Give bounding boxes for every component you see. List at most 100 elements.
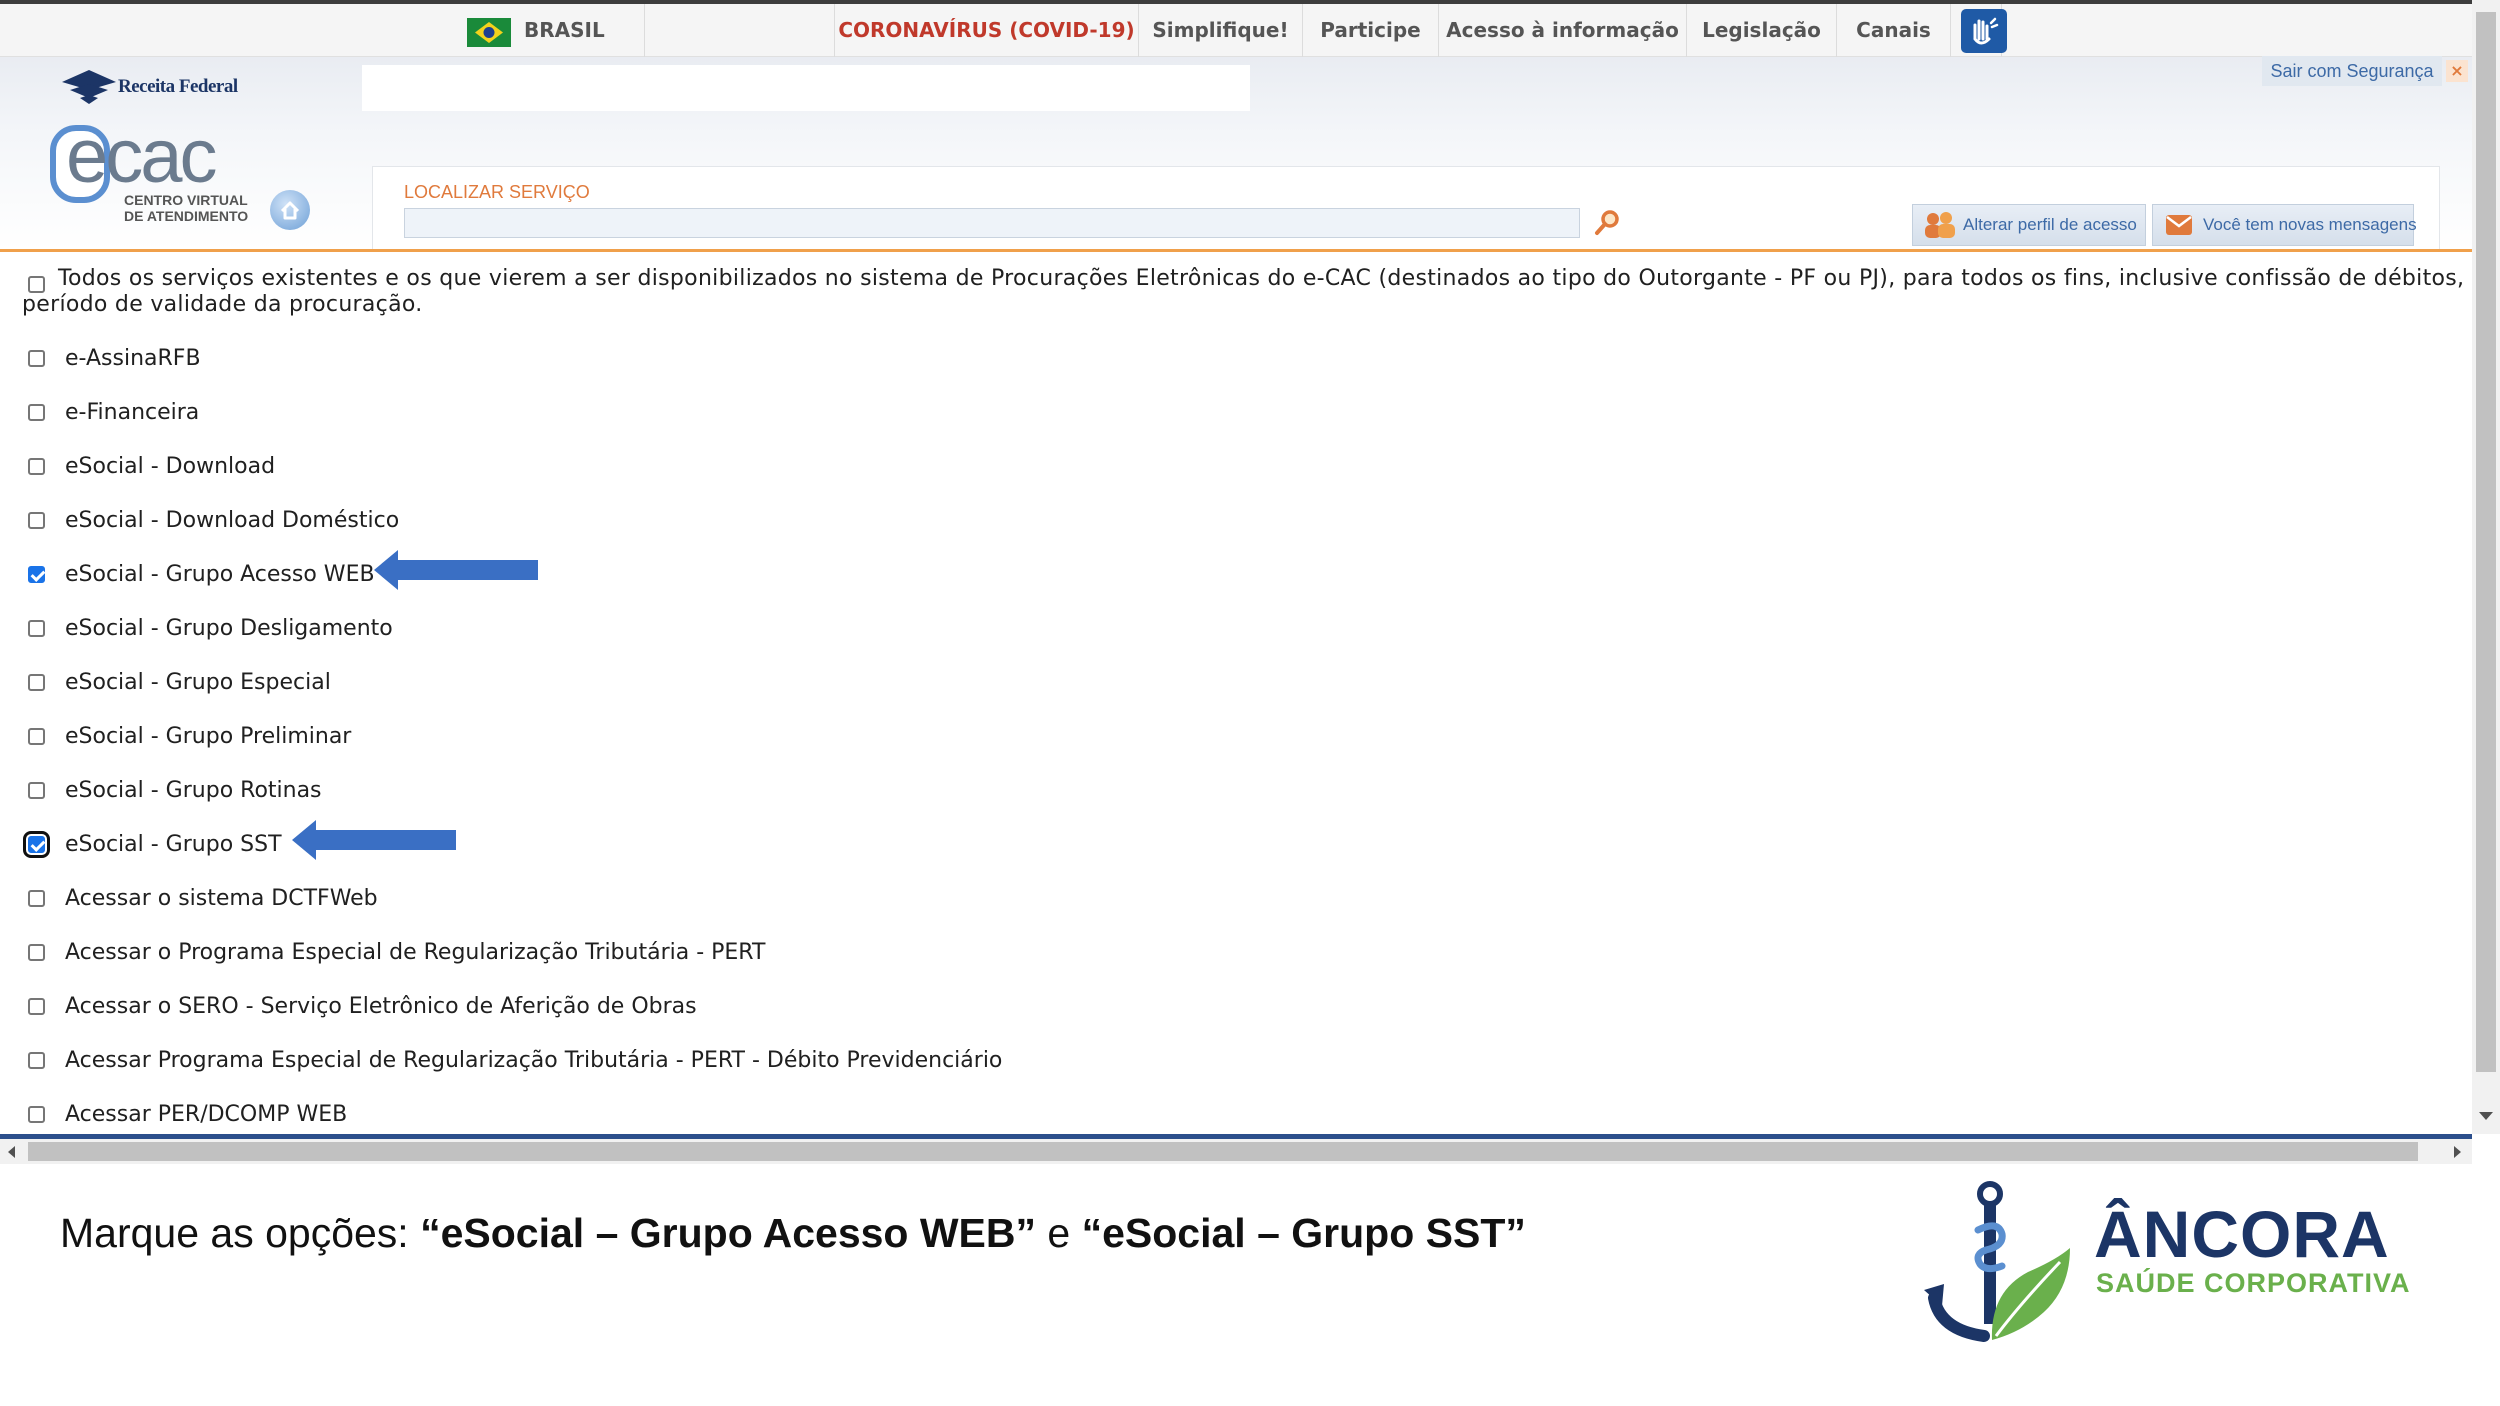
brazil-flag-diamond-icon [475, 22, 503, 43]
service-label: Acessar o Programa Especial de Regulariz… [65, 939, 766, 965]
annotation-arrow-left-icon [374, 550, 538, 590]
service-checkbox[interactable] [28, 349, 45, 367]
gov-link-covid[interactable]: CORONAVÍRUS (COVID-19) [834, 4, 1138, 57]
ecac-subtitle-line1: CENTRO VIRTUAL [124, 192, 248, 208]
search-button[interactable] [1592, 208, 1622, 238]
service-row-pert-previdenciario[interactable]: Acessar Programa Especial de Regularizaç… [28, 1040, 1002, 1080]
brand-tagline: SAÚDE CORPORATIVA [2096, 1268, 2411, 1298]
change-profile-label: Alterar perfil de acesso [1963, 215, 2137, 234]
service-label: e-Financeira [65, 399, 200, 425]
service-checkbox[interactable] [28, 1051, 45, 1069]
horizontal-scrollbar[interactable] [0, 1134, 2472, 1164]
service-checkbox[interactable] [28, 673, 45, 691]
logout-close-icon[interactable]: × [2446, 60, 2468, 82]
caption-option-1: “eSocial – Grupo Acesso WEB” [420, 1210, 1037, 1256]
service-row-esocial-download-domestico[interactable]: eSocial - Download Doméstico [28, 500, 399, 540]
service-label: eSocial - Grupo Desligamento [65, 615, 393, 641]
receita-federal-emblem-icon [60, 68, 118, 106]
service-label: Acessar o SERO - Serviço Eletrônico de A… [65, 993, 697, 1019]
caption-option-2: “eSocial – Grupo SST” [1081, 1210, 1526, 1256]
caption-middle: e [1036, 1210, 1082, 1256]
brazil-flag-icon [467, 18, 511, 47]
service-checkbox[interactable] [28, 457, 45, 475]
search-label: LOCALIZAR SERVIÇO [404, 182, 590, 202]
scroll-down-arrow-icon[interactable] [2479, 1112, 2493, 1120]
service-checkbox[interactable] [28, 403, 45, 421]
gov-spacer [644, 4, 834, 57]
sign-language-hands-icon [1973, 17, 1999, 45]
service-row-dctfweb[interactable]: Acessar o sistema DCTFWeb [28, 878, 378, 918]
service-label: e-AssinaRFB [65, 345, 201, 371]
search-icon [1595, 210, 1619, 235]
service-row-e-financeira[interactable]: e-Financeira [28, 392, 199, 432]
users-icon [1925, 212, 1955, 238]
gov-link-participe[interactable]: Participe [1302, 4, 1438, 57]
gov-link-acesso-informacao[interactable]: Acesso à informação [1438, 4, 1686, 57]
service-checkbox[interactable] [28, 997, 45, 1015]
intro-text-line1: Todos os serviços existentes e os que vi… [58, 266, 2500, 291]
logout-link[interactable]: Sair com Segurança [2262, 56, 2442, 86]
service-checkbox[interactable] [28, 889, 45, 907]
header-blank-banner [362, 65, 1250, 111]
service-checkbox[interactable] [28, 511, 45, 529]
service-label: Acessar PER/DCOMP WEB [65, 1101, 348, 1127]
service-row-esocial-especial[interactable]: eSocial - Grupo Especial [28, 662, 331, 702]
messages-label: Você tem novas mensagens [2203, 215, 2417, 234]
change-profile-button[interactable]: Alterar perfil de acesso [1912, 204, 2146, 246]
service-checkbox-checked[interactable] [23, 830, 50, 858]
header-divider [0, 249, 2472, 252]
service-label: eSocial - Grupo Rotinas [65, 777, 322, 803]
service-row-esocial-sst[interactable]: eSocial - Grupo SST [23, 824, 282, 864]
gov-link-simplifique[interactable]: Simplifique! [1138, 4, 1302, 57]
libras-accessibility-button[interactable] [1961, 9, 2007, 53]
service-row-esocial-acesso-web[interactable]: eSocial - Grupo Acesso WEB [28, 554, 375, 594]
service-row-esocial-download[interactable]: eSocial - Download [28, 446, 275, 486]
scroll-left-arrow-icon[interactable] [8, 1146, 15, 1158]
service-label: eSocial - Download [65, 453, 276, 479]
scroll-right-arrow-icon[interactable] [2454, 1146, 2461, 1158]
service-row-per-dcomp-web[interactable]: Acessar PER/DCOMP WEB [28, 1094, 347, 1134]
receita-federal-name: Receita Federal [118, 76, 238, 97]
service-label: Acessar Programa Especial de Regularizaç… [65, 1047, 1003, 1073]
ecac-logo-text: ecac [66, 114, 218, 199]
vertical-scroll-thumb[interactable] [2476, 12, 2496, 1072]
service-checkbox-checked[interactable] [28, 565, 45, 583]
service-label: Acessar o sistema DCTFWeb [65, 885, 378, 911]
service-row-esocial-preliminar[interactable]: eSocial - Grupo Preliminar [28, 716, 351, 756]
gov-top-bar: BRASIL CORONAVÍRUS (COVID-19) Simplifiqu… [0, 0, 2472, 57]
service-label: eSocial - Grupo Acesso WEB [65, 561, 375, 587]
home-icon [280, 201, 300, 220]
service-checkbox[interactable] [28, 1105, 45, 1123]
service-checkbox[interactable] [28, 943, 45, 961]
service-label: eSocial - Download Doméstico [65, 507, 400, 533]
service-checkbox[interactable] [28, 727, 45, 745]
service-row-esocial-rotinas[interactable]: eSocial - Grupo Rotinas [28, 770, 322, 810]
annotation-arrow-left-icon [292, 820, 456, 860]
brand-name: ÂNCORA [2094, 1197, 2390, 1271]
gov-brasil-link[interactable]: BRASIL [512, 4, 644, 57]
service-checkbox[interactable] [28, 619, 45, 637]
intro-text-line2: período de validade da procuração. [22, 292, 423, 317]
service-row-e-assinarfb[interactable]: e-AssinaRFB [28, 338, 201, 378]
search-input[interactable] [404, 208, 1580, 238]
service-label: eSocial - Grupo Preliminar [65, 723, 352, 749]
gov-link-canais[interactable]: Canais [1836, 4, 1950, 57]
ecac-logo-subtitle: CENTRO VIRTUAL DE ATENDIMENTO [124, 192, 248, 224]
service-row-sero[interactable]: Acessar o SERO - Serviço Eletrônico de A… [28, 986, 697, 1026]
service-checkbox[interactable] [28, 781, 45, 799]
ancora-anchor-logo-icon [1924, 1181, 2070, 1342]
caption-prefix: Marque as opções: [60, 1210, 421, 1256]
service-label: eSocial - Grupo SST [65, 831, 282, 857]
intro-all-services-checkbox[interactable] [28, 275, 45, 293]
envelope-icon [2166, 215, 2192, 235]
horizontal-scroll-thumb[interactable] [28, 1142, 2418, 1161]
service-row-esocial-desligamento[interactable]: eSocial - Grupo Desligamento [28, 608, 393, 648]
messages-button[interactable]: Você tem novas mensagens [2152, 204, 2417, 246]
vertical-scrollbar[interactable] [2472, 0, 2500, 1134]
ecac-subtitle-line2: DE ATENDIMENTO [124, 208, 249, 224]
home-button[interactable] [270, 190, 310, 230]
instruction-caption: Marque as opções: “eSocial – Grupo Acess… [60, 1210, 1526, 1257]
service-label: eSocial - Grupo Especial [65, 669, 331, 695]
service-row-pert[interactable]: Acessar o Programa Especial de Regulariz… [28, 932, 765, 972]
gov-link-legislacao[interactable]: Legislação [1686, 4, 1836, 57]
